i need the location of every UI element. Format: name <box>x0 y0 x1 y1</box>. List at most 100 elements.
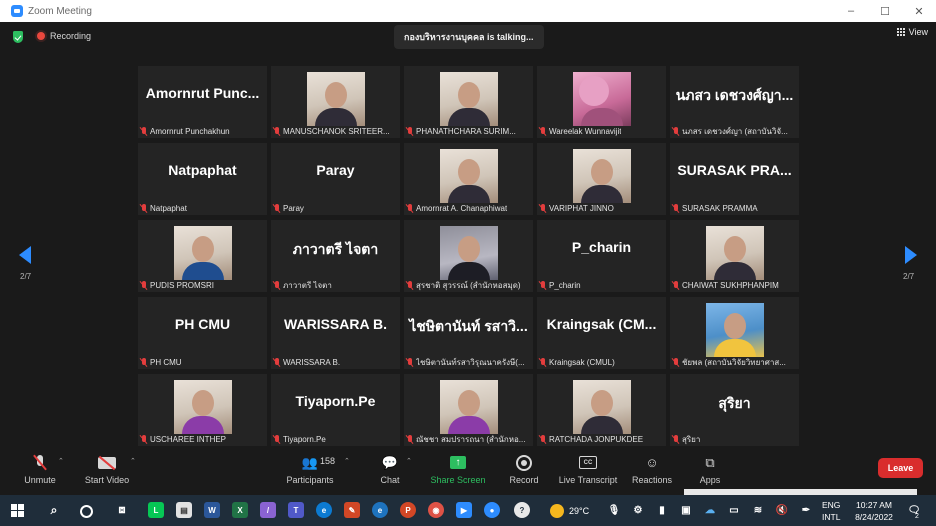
system-clock[interactable]: 10:27 AM 8/24/2022 <box>848 499 900 523</box>
participant-tile[interactable]: SURASAK PRA... SURASAK PRAMMA <box>670 143 799 215</box>
participant-tile[interactable]: ไชษิตานันท์ รสาวิ... ไชษิตานันท์รสาวิรุณน… <box>404 297 533 369</box>
participant-name-label: Kraingsak (CMUL) <box>539 357 664 368</box>
participant-tile[interactable]: USCHAREE INTHEP <box>138 374 267 446</box>
leave-button[interactable]: Leave <box>878 458 923 478</box>
chat-options-chevron-icon[interactable]: ⌃ <box>406 457 412 465</box>
minimize-button[interactable]: – <box>834 0 868 22</box>
participant-name: RATCHADA JONPUKDEE <box>549 435 644 444</box>
weather-widget[interactable]: 29°C <box>550 495 589 526</box>
apps-label: Apps <box>699 475 721 485</box>
notepad-icon[interactable]: ▤ <box>176 502 192 518</box>
participant-tile[interactable]: Kraingsak (CM... Kraingsak (CMUL) <box>537 297 666 369</box>
battery-icon[interactable]: ▭ <box>726 502 742 518</box>
mic-tray-icon[interactable]: 🎙 <box>606 502 622 518</box>
chrome-icon[interactable]: ◉ <box>428 502 444 518</box>
pen-tray-icon[interactable]: ✒ <box>798 502 814 518</box>
wifi-icon[interactable]: ≋ <box>750 502 766 518</box>
edge-icon[interactable]: e <box>316 502 332 518</box>
apps-button[interactable]: ⧉ Apps <box>694 451 726 489</box>
muted-mic-icon <box>273 204 281 213</box>
record-label: Record <box>509 475 539 485</box>
start-video-button[interactable]: Start Video <box>80 451 134 489</box>
participant-tile[interactable]: WARISSARA B. WARISSARA B. <box>271 297 400 369</box>
participant-tile[interactable]: Wareelak Wunnavijit <box>537 66 666 138</box>
participant-tile[interactable]: RATCHADA JONPUKDEE <box>537 374 666 446</box>
usb-icon[interactable]: ▮ <box>654 502 670 518</box>
maximize-button[interactable]: ☐ <box>868 0 902 22</box>
live-transcript-button[interactable]: CC Live Transcript <box>556 451 620 489</box>
task-view-icon[interactable]: ⧈ <box>114 502 130 518</box>
muted-mic-icon <box>406 435 414 444</box>
participants-label: Participants <box>286 475 334 485</box>
view-button[interactable]: View <box>896 27 928 37</box>
participant-tile[interactable]: PUDIS PROMSRI <box>138 220 267 292</box>
search-icon[interactable]: ⌕ <box>46 502 62 518</box>
share-screen-button[interactable]: ↑ Share Screen <box>428 451 488 489</box>
pen-tablet-icon[interactable]: / <box>260 502 276 518</box>
powerpoint-icon[interactable]: P <box>400 502 416 518</box>
security-shield-icon[interactable] <box>13 31 23 43</box>
muted-mic-icon <box>539 435 547 444</box>
participant-tile[interactable]: VARIPHAT JINNO <box>537 143 666 215</box>
line-app-icon[interactable]: L <box>148 502 164 518</box>
next-page-arrow-icon[interactable] <box>905 246 917 264</box>
windows-start-icon[interactable] <box>11 504 24 517</box>
recording-indicator[interactable]: Recording <box>37 31 91 41</box>
page-indicator-right: 2/7 <box>903 272 915 281</box>
apps-icon: ⧉ <box>705 454 715 470</box>
muted-mic-icon <box>140 204 148 213</box>
participant-tile[interactable]: ภาวาตรี ไจตา ภาวาตรี ไจตา <box>271 220 400 292</box>
screenshot-icon[interactable]: ▣ <box>678 502 694 518</box>
zoom-taskbar-icon[interactable]: ▶ <box>456 502 472 518</box>
input-language-indicator[interactable]: ENG INTL <box>822 499 840 523</box>
meeting-app-icon[interactable]: ● <box>484 502 500 518</box>
video-off-icon <box>98 456 116 469</box>
zoom-app-icon <box>11 5 23 17</box>
teams-icon[interactable]: T <box>288 502 304 518</box>
participants-options-chevron-icon[interactable]: ⌃ <box>344 457 350 465</box>
foxit-reader-icon[interactable]: ✎ <box>344 502 360 518</box>
participant-tile[interactable]: PHANATHCHARA SURIM... <box>404 66 533 138</box>
participant-tile[interactable]: MANUSCHANOK SRITEER... <box>271 66 400 138</box>
network-devices-icon[interactable]: ⚙ <box>630 502 646 518</box>
unmute-button[interactable]: Unmute <box>20 451 60 489</box>
participant-tile[interactable]: CHAIWAT SUKHPHANPIM <box>670 220 799 292</box>
participant-tile[interactable]: Tiyaporn.Pe Tiyaporn.Pe <box>271 374 400 446</box>
audio-options-chevron-icon[interactable]: ⌃ <box>58 457 64 465</box>
participant-tile[interactable]: สุรชาติ สุวรรณ์ (สำนักหอสมุด) <box>404 220 533 292</box>
recording-dot-icon <box>37 32 45 40</box>
participant-tile[interactable]: Paray Paray <box>271 143 400 215</box>
previous-page-arrow-icon[interactable] <box>19 246 31 264</box>
close-button[interactable]: ✕ <box>902 0 936 22</box>
record-icon <box>516 454 532 471</box>
participant-tile[interactable]: Amornrut Punc... Amornrut Punchakhun <box>138 66 267 138</box>
reactions-button[interactable]: ☺ Reactions <box>630 451 674 489</box>
participant-display-name: ไชษิตานันท์ รสาวิ... <box>409 318 528 334</box>
participant-gallery-grid: Amornrut Punc... Amornrut Punchakhun MANUS… <box>138 66 799 446</box>
participant-name: WARISSARA B. <box>283 358 341 367</box>
participant-name: Amornrut Punchakhun <box>150 127 230 136</box>
participant-tile[interactable]: ณัชชา สมปรารถนา (สำนักหอ... <box>404 374 533 446</box>
chat-button[interactable]: 💬 Chat <box>374 451 406 489</box>
participant-name-label: ภาวาตรี ไจตา <box>273 280 398 291</box>
participant-tile[interactable]: Amornrat A. Chanaphiwat <box>404 143 533 215</box>
excel-icon[interactable]: X <box>232 502 248 518</box>
muted-mic-icon <box>140 358 148 367</box>
word-icon[interactable]: W <box>204 502 220 518</box>
onedrive-icon[interactable]: ☁ <box>702 502 718 518</box>
view-label: View <box>908 27 928 37</box>
record-button[interactable]: Record <box>505 451 543 489</box>
internet-explorer-icon[interactable]: e <box>372 502 388 518</box>
participant-tile[interactable]: Natpaphat Natpaphat <box>138 143 267 215</box>
video-options-chevron-icon[interactable]: ⌃ <box>130 457 136 465</box>
participant-tile[interactable]: P_charin P_charin <box>537 220 666 292</box>
help-icon[interactable]: ? <box>514 502 530 518</box>
participant-tile[interactable]: สุริยา สุริยา <box>670 374 799 446</box>
participant-tile[interactable]: ชัยพล (สถาบันวิจัยวิทยาศาส... <box>670 297 799 369</box>
participant-tile[interactable]: นภสว เดชวงศ์ญา... นภสร เดชวงศ์ญา (สถาบันว… <box>670 66 799 138</box>
microphone-muted-icon <box>33 454 47 471</box>
cortana-icon[interactable] <box>80 505 93 518</box>
notifications-icon[interactable]: 🗨 <box>906 502 922 518</box>
speaker-muted-icon[interactable]: 🔇 <box>774 502 790 518</box>
participant-tile[interactable]: PH CMU PH CMU <box>138 297 267 369</box>
